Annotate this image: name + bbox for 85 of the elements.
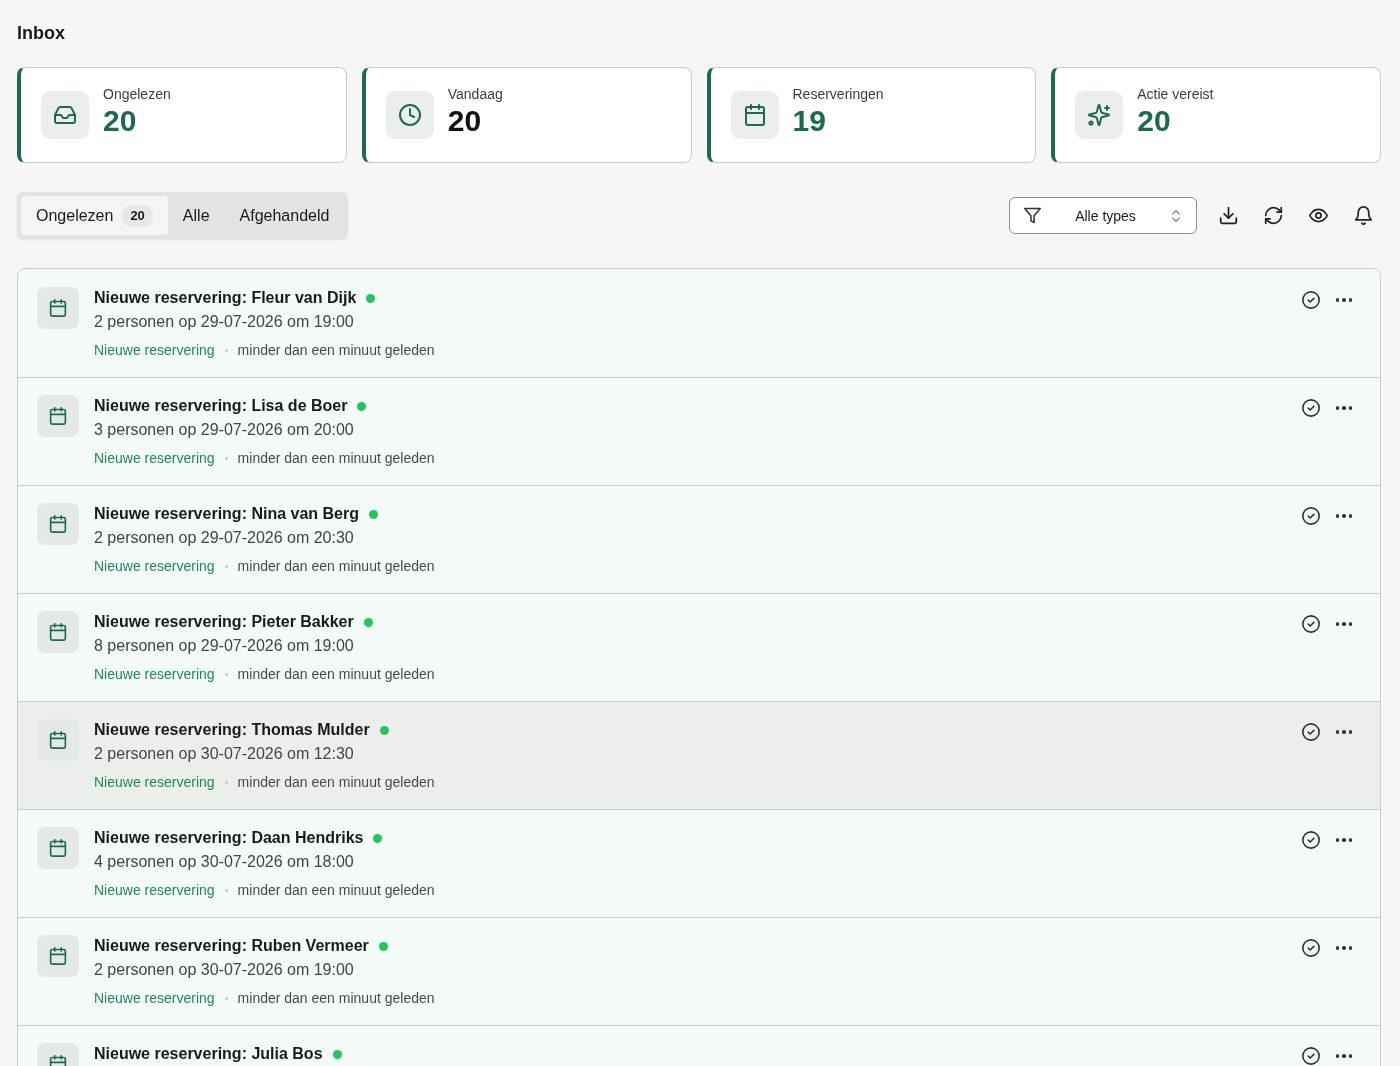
clock-icon <box>385 91 434 139</box>
calendar-icon <box>37 935 79 977</box>
more-icon <box>1335 514 1353 518</box>
notification-details: 8 personen op 29-07-2026 om 19:00 <box>94 636 354 656</box>
notification-type: Nieuwe reservering <box>94 665 215 684</box>
stat-value: 20 <box>447 103 482 139</box>
more-icon <box>1335 1054 1353 1058</box>
tab[interactable]: Ongelezen 20 <box>21 196 168 235</box>
notification-title: Nieuwe reservering: Fleur van Dijk <box>94 288 357 308</box>
notification-title: Nieuwe reservering: Pieter Bakker <box>94 612 354 632</box>
separator-dot-icon <box>224 564 228 568</box>
chevron-up-down-icon <box>1170 209 1182 222</box>
notification-title: Nieuwe reservering: Lisa de Boer <box>94 396 348 416</box>
tab[interactable]: Alle <box>167 196 225 235</box>
stat-label: Ongelezen <box>103 85 171 103</box>
notification-title: Nieuwe reservering: Julia Bos <box>94 1044 323 1064</box>
separator-dot-icon <box>224 348 228 352</box>
notification-details: 3 personen op 29-07-2026 om 20:00 <box>94 420 354 440</box>
separator-dot-icon <box>224 996 228 1000</box>
notification-type: Nieuwe reservering <box>94 881 215 900</box>
notification-type: Nieuwe reservering <box>94 449 215 468</box>
stat-value: 20 <box>1137 103 1171 139</box>
notification-title: Nieuwe reservering: Nina van Berg <box>94 504 359 524</box>
notification-time: minder dan een minuut geleden <box>237 881 435 900</box>
notification-details: 2 personen op 29-07-2026 om 20:30 <box>94 528 354 548</box>
check-circle-icon <box>1302 399 1320 417</box>
notification-details: 2 personen op 30-07-2026 om 12:30 <box>94 744 354 764</box>
stat-label: Reserveringen <box>792 85 884 103</box>
inbox-icon <box>41 91 89 139</box>
check-circle-icon <box>1302 1047 1320 1065</box>
notification-details: 2 personen op 30-07-2026 om 19:00 <box>94 960 354 980</box>
check-circle-icon <box>1302 723 1320 741</box>
tab[interactable]: Afgehandeld <box>224 196 345 235</box>
calendar-icon <box>730 91 779 139</box>
calendar-icon <box>37 503 79 545</box>
notification-time: minder dan een minuut geleden <box>237 341 435 360</box>
notification-time: minder dan een minuut geleden <box>237 449 435 468</box>
calendar-icon <box>37 719 79 761</box>
eye-icon <box>1308 206 1328 225</box>
more-icon <box>1335 730 1353 734</box>
notification-row[interactable]: Nieuwe reservering: Thomas Mulder 2 personen op 30-07-2026 om 12:30 Nieuwe reservering minder dan een minuut geleden <box>18 701 1380 809</box>
notification-time: minder dan een minuut geleden <box>237 557 435 576</box>
calendar-icon <box>37 611 79 653</box>
notification-time: minder dan een minuut geleden <box>237 773 435 792</box>
calendar-icon <box>37 287 79 329</box>
bell-icon <box>1353 206 1373 225</box>
more-icon <box>1335 406 1353 410</box>
stat-label: Vandaag <box>447 85 503 103</box>
notification-type: Nieuwe reservering <box>94 557 215 576</box>
download-icon <box>1218 206 1238 225</box>
filter-icon <box>1024 207 1041 224</box>
stat-label: Actie vereist <box>1137 85 1214 103</box>
check-circle-icon <box>1302 831 1320 849</box>
count-badge: 20 <box>122 204 153 227</box>
check-circle-icon <box>1302 615 1320 633</box>
refresh-icon <box>1263 206 1283 225</box>
sparkle-icon <box>1075 91 1124 139</box>
notification-title: Nieuwe reservering: Daan Hendriks <box>94 828 364 848</box>
stat-value: 19 <box>792 103 826 139</box>
check-circle-icon <box>1302 939 1320 957</box>
calendar-icon <box>37 395 79 437</box>
separator-dot-icon <box>224 672 228 676</box>
notification-row[interactable]: Nieuwe reservering: Julia Bos <box>18 1025 1380 1066</box>
separator-dot-icon <box>224 888 228 892</box>
more-icon <box>1335 838 1353 842</box>
more-icon <box>1335 298 1353 302</box>
notification-time: minder dan een minuut geleden <box>237 665 435 684</box>
check-circle-icon <box>1302 507 1320 525</box>
more-icon <box>1335 622 1353 626</box>
notification-details: 4 personen op 30-07-2026 om 18:00 <box>94 852 354 872</box>
notification-title: Nieuwe reservering: Thomas Mulder <box>94 720 370 740</box>
notification-type: Nieuwe reservering <box>94 989 215 1008</box>
separator-dot-icon <box>224 456 228 460</box>
notification-type: Nieuwe reservering <box>94 341 215 360</box>
notification-time: minder dan een minuut geleden <box>237 989 435 1008</box>
page-title: Inbox <box>17 22 65 45</box>
calendar-icon <box>37 827 79 869</box>
stat-value: 20 <box>103 103 137 139</box>
notification-title: Nieuwe reservering: Ruben Vermeer <box>94 936 369 956</box>
more-icon <box>1335 946 1353 950</box>
type-filter-select[interactable]: Alle types <box>1009 197 1197 234</box>
separator-dot-icon <box>224 780 228 784</box>
notification-type: Nieuwe reservering <box>94 773 215 792</box>
check-circle-icon <box>1302 291 1320 309</box>
notification-details: 2 personen op 29-07-2026 om 19:00 <box>94 312 354 332</box>
